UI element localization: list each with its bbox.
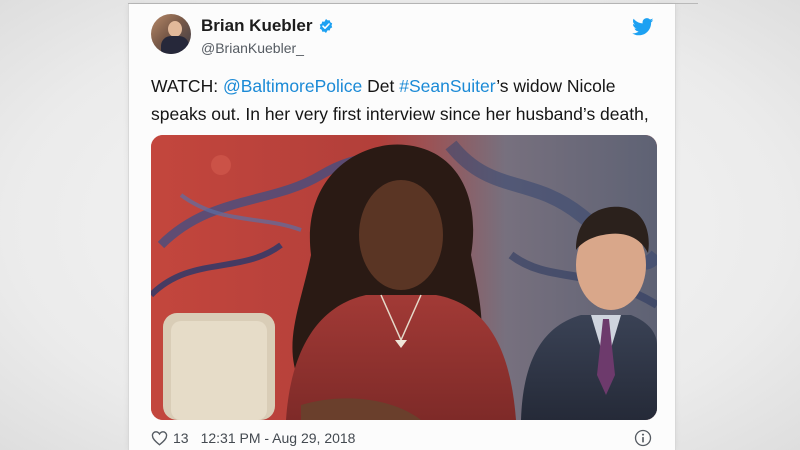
mention-link[interactable]: @BaltimorePolice — [223, 76, 362, 96]
avatar-face — [168, 21, 182, 37]
tweet-text-middle: Det — [362, 76, 400, 96]
heart-icon[interactable] — [151, 430, 168, 446]
tweet-footer: 13 12:31 PM - Aug 29, 2018 — [151, 430, 355, 446]
hashtag-link[interactable]: #SeanSuiter — [399, 76, 496, 96]
tweet-card: Brian Kuebler @BrianKuebler_ WATCH: @Bal… — [128, 4, 676, 450]
twitter-bird-icon[interactable] — [632, 18, 654, 36]
info-icon[interactable] — [634, 429, 652, 447]
author-name-row: Brian Kuebler — [201, 16, 334, 36]
video-still — [151, 135, 657, 420]
verified-badge-icon — [320, 19, 333, 33]
author-handle[interactable]: @BrianKuebler_ — [201, 40, 304, 56]
author-display-name[interactable]: Brian Kuebler — [201, 16, 312, 36]
tweet-text: WATCH: @BaltimorePolice Det #SeanSuiter’… — [151, 72, 661, 128]
tweet-timestamp[interactable]: 12:31 PM - Aug 29, 2018 — [201, 430, 356, 446]
avatar-suit — [161, 36, 189, 54]
like-count: 13 — [173, 430, 189, 446]
tweet-text-prefix: WATCH: — [151, 76, 223, 96]
tweet-media-image[interactable] — [151, 135, 657, 420]
avatar[interactable] — [151, 14, 191, 54]
